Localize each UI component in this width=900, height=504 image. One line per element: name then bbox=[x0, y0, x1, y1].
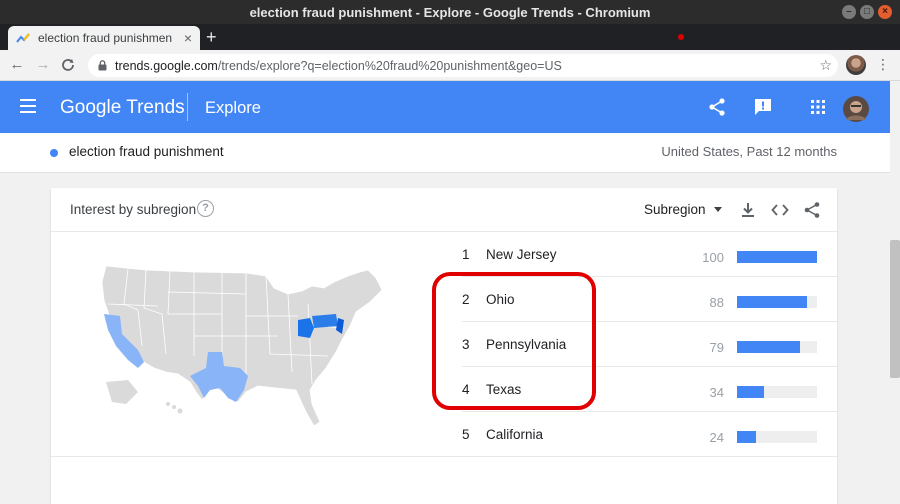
row-region-name[interactable]: California bbox=[486, 427, 543, 442]
new-tab-button[interactable]: + bbox=[206, 28, 217, 46]
row-bar-fill bbox=[737, 386, 765, 398]
trends-header: Google Trends Explore bbox=[0, 81, 890, 133]
trends-favicon-icon bbox=[16, 33, 30, 43]
row-bar-track bbox=[737, 431, 817, 443]
address-bar[interactable]: trends.google.com/trends/explore?q=elect… bbox=[88, 54, 838, 77]
list-item[interactable]: 5 California 24 bbox=[462, 412, 837, 457]
row-value: 34 bbox=[709, 385, 724, 400]
highlight-annotation-box bbox=[432, 272, 596, 410]
row-value: 100 bbox=[702, 250, 724, 265]
state-hawaii bbox=[166, 402, 183, 414]
row-value: 88 bbox=[709, 295, 724, 310]
feedback-icon[interactable] bbox=[753, 97, 773, 117]
url-text: trends.google.com/trends/explore?q=elect… bbox=[115, 59, 562, 73]
url-host: trends.google.com bbox=[115, 58, 218, 73]
row-rank: 1 bbox=[462, 247, 470, 262]
scrollbar-thumb[interactable] bbox=[890, 240, 900, 378]
list-item[interactable]: 1 New Jersey 100 bbox=[462, 232, 837, 277]
reload-button[interactable] bbox=[58, 55, 78, 75]
card-header: Interest by subregion ? Subregion bbox=[51, 188, 837, 232]
menu-icon[interactable] bbox=[20, 99, 36, 113]
profile-avatar[interactable] bbox=[846, 55, 866, 75]
recording-indicator-icon bbox=[678, 34, 684, 40]
state-alaska bbox=[106, 380, 138, 404]
chevron-down-icon[interactable] bbox=[714, 207, 722, 212]
search-filters-summary: United States, Past 12 months bbox=[661, 144, 837, 159]
maximize-button[interactable]: □ bbox=[860, 5, 874, 19]
window-titlebar: election fraud punishment - Explore - Go… bbox=[0, 0, 900, 24]
row-value: 24 bbox=[709, 430, 724, 445]
search-term-label[interactable]: election fraud punishment bbox=[69, 144, 224, 159]
row-bar-fill bbox=[737, 251, 817, 263]
embed-icon[interactable] bbox=[771, 201, 789, 219]
us-map-outline bbox=[101, 265, 383, 427]
forward-button[interactable]: → bbox=[33, 55, 53, 75]
url-path: /trends/explore?q=election%20fraud%20pun… bbox=[217, 58, 562, 73]
card-share-icon[interactable] bbox=[803, 201, 821, 219]
browser-menu-icon[interactable]: ⋮ bbox=[876, 56, 890, 73]
tab-title: election fraud punishmen bbox=[38, 31, 173, 45]
page-title: Explore bbox=[205, 99, 261, 117]
search-term-row: election fraud punishment United States,… bbox=[0, 133, 890, 173]
browser-toolbar: ← → trends.google.com/trends/explore?q=e… bbox=[0, 50, 900, 81]
share-icon[interactable] bbox=[707, 97, 727, 117]
row-bar-track bbox=[737, 296, 817, 308]
browser-tab[interactable]: election fraud punishmen × bbox=[8, 26, 200, 50]
tab-close-icon[interactable]: × bbox=[184, 30, 192, 46]
row-bar-fill bbox=[737, 296, 808, 308]
card-title: Interest by subregion bbox=[70, 202, 197, 217]
row-region-name[interactable]: New Jersey bbox=[486, 247, 557, 262]
google-trends-logo[interactable]: Google Trends bbox=[60, 97, 185, 119]
bookmark-star-icon[interactable]: ☆ bbox=[819, 57, 832, 74]
help-icon[interactable]: ? bbox=[197, 200, 214, 217]
close-window-button[interactable]: × bbox=[878, 5, 892, 19]
account-avatar[interactable] bbox=[843, 96, 869, 122]
resolution-select[interactable]: Subregion bbox=[644, 202, 706, 217]
apps-grid-icon[interactable] bbox=[808, 97, 828, 117]
row-bar-track bbox=[737, 386, 817, 398]
row-value: 79 bbox=[709, 340, 724, 355]
window-title: election fraud punishment - Explore - Go… bbox=[249, 4, 651, 20]
row-bar-fill bbox=[737, 431, 757, 443]
row-bar-fill bbox=[737, 341, 801, 353]
minimize-button[interactable]: – bbox=[842, 5, 856, 19]
row-bar-track bbox=[737, 341, 817, 353]
us-subregion-map[interactable] bbox=[98, 264, 385, 429]
state-pennsylvania bbox=[312, 314, 338, 328]
card-footer-divider bbox=[51, 456, 837, 457]
header-divider bbox=[187, 93, 188, 121]
reload-icon bbox=[62, 59, 74, 71]
row-bar-track bbox=[737, 251, 817, 263]
download-icon[interactable] bbox=[739, 201, 757, 219]
term-color-dot bbox=[50, 149, 58, 157]
row-rank: 5 bbox=[462, 427, 470, 442]
back-button[interactable]: ← bbox=[7, 55, 27, 75]
window-controls: – □ × bbox=[842, 5, 892, 19]
tab-strip: election fraud punishmen × + bbox=[0, 24, 900, 50]
lock-icon bbox=[98, 60, 107, 71]
